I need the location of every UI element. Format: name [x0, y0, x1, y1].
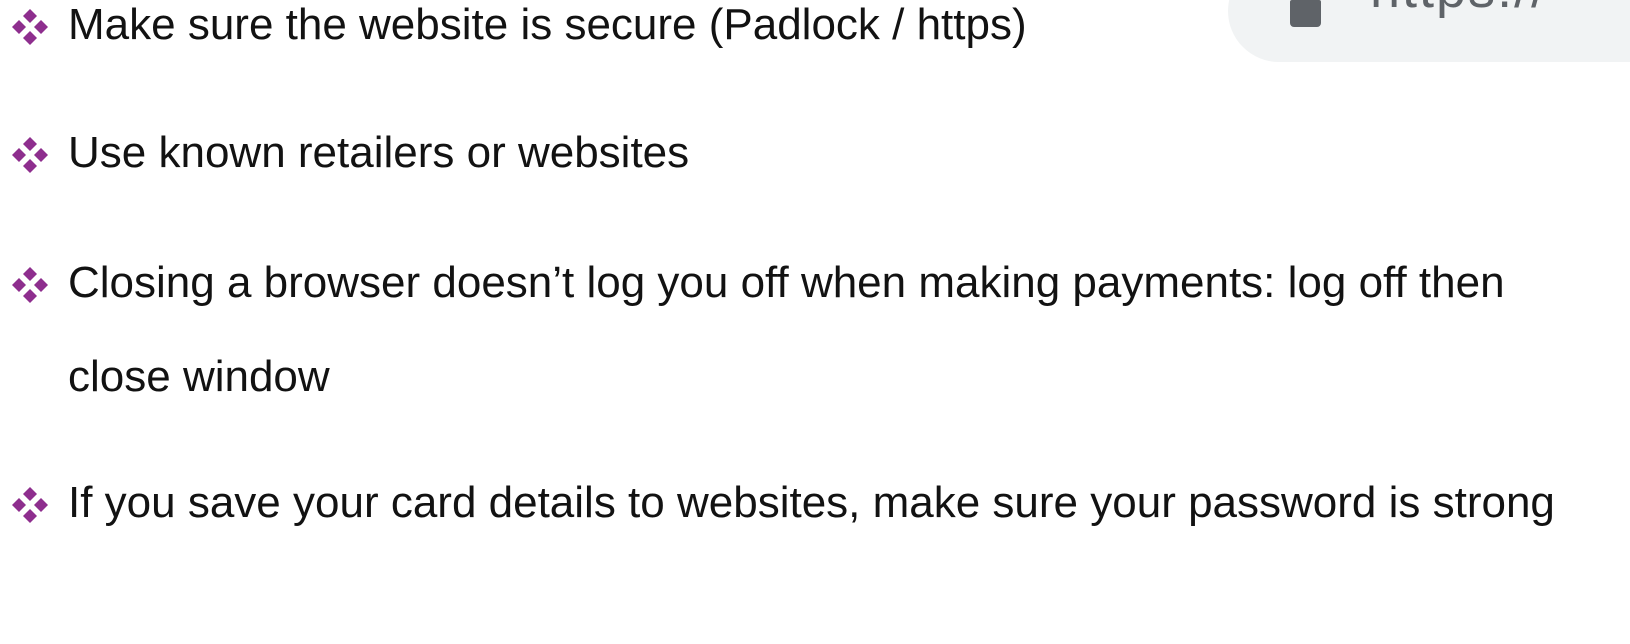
list-item: Closing a browser doesn’t log you off wh… — [10, 236, 1560, 424]
list-item: If you save your card details to website… — [10, 456, 1560, 550]
four-diamond-bullet-icon — [12, 487, 48, 523]
list-item: Use known retailers or websites — [10, 106, 1560, 200]
four-diamond-bullet-icon — [12, 137, 48, 173]
four-diamond-bullet-icon — [12, 267, 48, 303]
list-item: Make sure the website is secure (Padlock… — [10, 0, 1560, 72]
bullet-text: Make sure the website is secure (Padlock… — [68, 0, 1027, 49]
bullet-text: If you save your card details to website… — [68, 478, 1555, 527]
bullet-text: Closing a browser doesn’t log you off wh… — [68, 258, 1505, 401]
slide-page: https:// Make sure the website is secure… — [0, 0, 1630, 644]
bullet-text: Use known retailers or websites — [68, 128, 690, 177]
four-diamond-bullet-icon — [12, 9, 48, 45]
